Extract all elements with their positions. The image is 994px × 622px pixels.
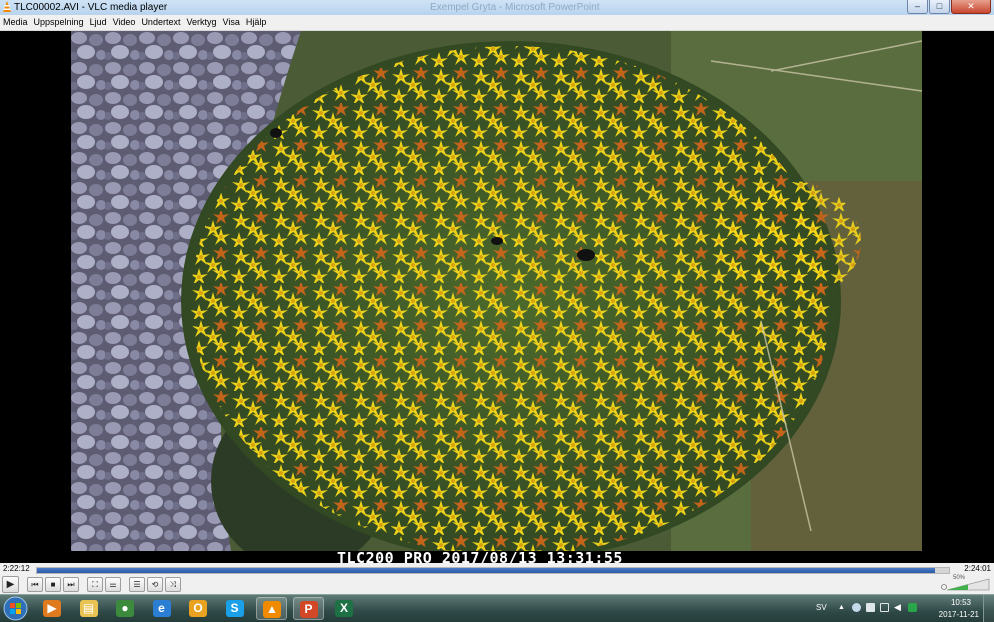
device-icon[interactable] bbox=[866, 603, 875, 612]
taskbar-outlook-button[interactable]: O bbox=[183, 597, 214, 620]
clock-time[interactable]: 10:53 bbox=[951, 598, 971, 607]
taskbar-excel-button[interactable]: X bbox=[329, 597, 360, 620]
shuffle-button[interactable]: ⤨ bbox=[165, 576, 181, 592]
window-title: TLC00002.AVI - VLC media player bbox=[14, 2, 168, 13]
powerpoint-icon: P bbox=[299, 601, 318, 618]
menu-help[interactable]: Hjälp bbox=[243, 15, 270, 30]
video-area[interactable] bbox=[0, 31, 994, 551]
total-time[interactable]: 2:24:01 bbox=[964, 564, 991, 574]
next-button[interactable]: ⏭ bbox=[63, 576, 79, 592]
menu-subtitle[interactable]: Undertext bbox=[138, 15, 183, 30]
app-tray-icon[interactable] bbox=[908, 603, 917, 612]
video-image bbox=[71, 31, 922, 551]
loop-button[interactable]: ⟲ bbox=[147, 576, 163, 592]
elapsed-time: 2:22:12 bbox=[3, 564, 30, 573]
menu-bar: Media Uppspelning Ljud Video Undertext V… bbox=[0, 15, 994, 31]
file-explorer-icon: ▤ bbox=[79, 600, 98, 617]
skype-icon: S bbox=[225, 600, 244, 617]
internet-explorer-icon: e bbox=[152, 600, 171, 617]
play-button[interactable]: ▶ bbox=[2, 575, 19, 593]
stop-button[interactable]: ■ bbox=[45, 576, 61, 592]
menu-media[interactable]: Media bbox=[0, 15, 31, 30]
menu-video[interactable]: Video bbox=[110, 15, 139, 30]
taskbar-skype-button[interactable]: S bbox=[220, 597, 251, 620]
menu-view[interactable]: Visa bbox=[219, 15, 242, 30]
show-hidden-icons-icon[interactable]: ▲ bbox=[838, 603, 847, 612]
show-desktop-button[interactable] bbox=[983, 595, 994, 622]
taskbar-powerpoint-button[interactable]: P bbox=[292, 597, 324, 620]
windows-media-player-icon: ▶ bbox=[43, 600, 61, 617]
clock-date[interactable]: 2017-11-21 bbox=[939, 610, 979, 619]
volume-wedge-icon bbox=[941, 578, 990, 591]
volume-tray-icon[interactable]: ◀ bbox=[894, 603, 903, 612]
fullscreen-button[interactable]: ⛶ bbox=[87, 576, 103, 592]
language-indicator[interactable]: SV bbox=[816, 603, 827, 612]
windows-taskbar: ▶ ▤ ● e O S ▲ P X SV ▲ ◀ 10:53 2017-11-21 bbox=[0, 594, 994, 622]
previous-button[interactable]: ⏮ bbox=[27, 576, 43, 592]
system-tray: SV ▲ ◀ 10:53 2017-11-21 bbox=[814, 595, 994, 622]
chrome-icon: ● bbox=[116, 600, 134, 617]
menu-playback[interactable]: Uppspelning bbox=[31, 15, 87, 30]
network-icon[interactable] bbox=[880, 603, 889, 612]
taskbar-windows-media-player-button[interactable]: ▶ bbox=[37, 597, 68, 620]
window-title-bar[interactable]: TLC00002.AVI - VLC media player Exempel … bbox=[0, 0, 994, 16]
vlc-icon: ▲ bbox=[263, 601, 281, 618]
control-buttons: ▶ ⏮ ■ ⏭ ⛶ ⚌ ☰ ⟲ ⤨ bbox=[0, 575, 181, 593]
network-globe-icon[interactable] bbox=[852, 603, 861, 612]
taskbar-vlc-button[interactable]: ▲ bbox=[256, 597, 287, 620]
taskbar-internet-explorer-button[interactable]: e bbox=[147, 597, 178, 620]
close-button[interactable]: ✕ bbox=[951, 0, 991, 14]
outlook-icon: O bbox=[189, 600, 207, 617]
start-button[interactable] bbox=[3, 596, 28, 621]
volume-slider[interactable]: 50% bbox=[941, 575, 991, 592]
volume-label: 50% bbox=[952, 575, 965, 581]
seek-bar-fill bbox=[37, 568, 936, 573]
menu-audio[interactable]: Ljud bbox=[87, 15, 110, 30]
excel-icon: X bbox=[335, 600, 353, 617]
seek-bar[interactable] bbox=[36, 567, 950, 574]
extended-settings-button[interactable]: ⚌ bbox=[105, 576, 121, 592]
vlc-cone-icon bbox=[3, 1, 11, 12]
playback-controls: 2:22:12 2:24:01 ▶ ⏮ ■ ⏭ ⛶ ⚌ ☰ ⟲ ⤨ 50% bbox=[0, 563, 994, 594]
playlist-button[interactable]: ☰ bbox=[129, 576, 145, 592]
taskbar-file-explorer-button[interactable]: ▤ bbox=[74, 597, 105, 620]
speaker-icon bbox=[941, 584, 947, 590]
menu-tools[interactable]: Verktyg bbox=[183, 15, 219, 30]
minimize-button[interactable]: – bbox=[907, 0, 928, 14]
taskbar-chrome-button[interactable]: ● bbox=[110, 597, 141, 620]
video-frame-flowers[interactable] bbox=[71, 31, 922, 551]
maximize-button[interactable]: □ bbox=[929, 0, 950, 14]
background-window-title: Exempel Gryta - Microsoft PowerPoint bbox=[430, 2, 600, 13]
